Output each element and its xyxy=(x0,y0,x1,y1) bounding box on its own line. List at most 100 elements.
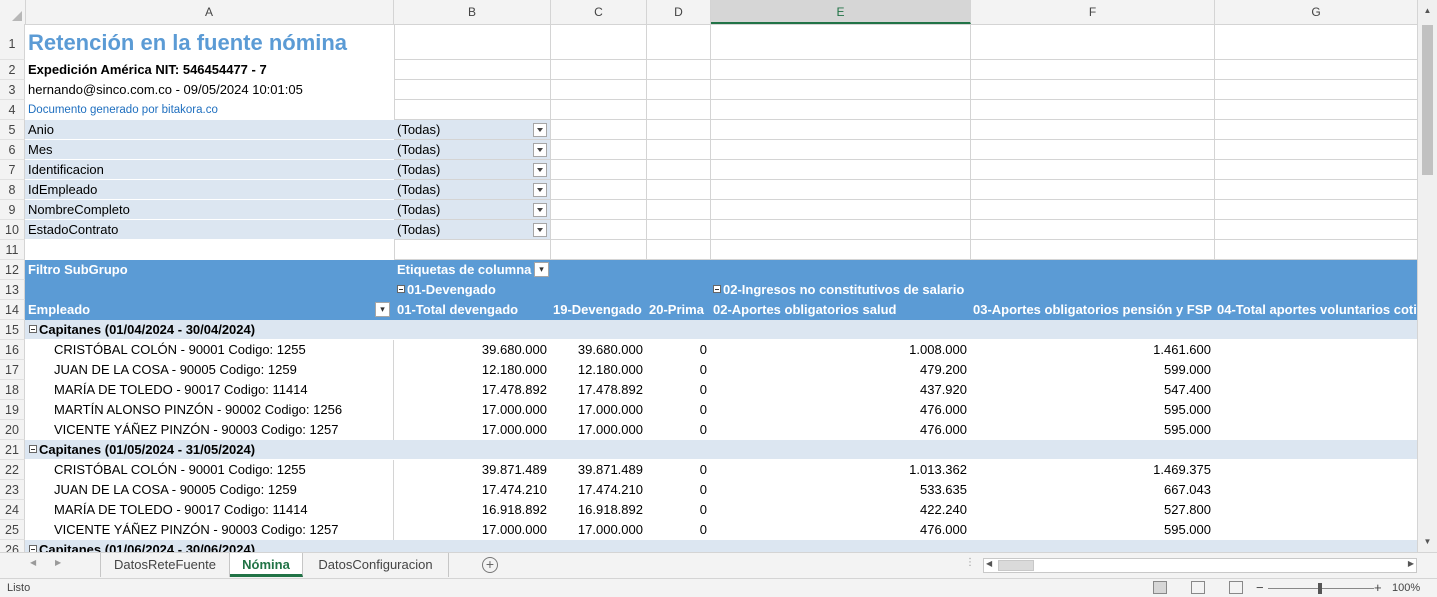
column-header-a[interactable]: A xyxy=(25,0,394,24)
value-cell[interactable]: 17.000.000 xyxy=(550,520,646,540)
row-header[interactable]: 7 xyxy=(0,160,25,180)
employee-name[interactable]: CRISTÓBAL COLÓN - 90001 Codigo: 1255 xyxy=(25,460,394,480)
employee-name[interactable]: MARTÍN ALONSO PINZÓN - 90002 Codigo: 125… xyxy=(25,400,394,420)
value-cell[interactable]: 17.000.000 xyxy=(394,420,550,440)
tab-splitter-icon[interactable]: ⋮ xyxy=(965,557,975,568)
value-cell[interactable] xyxy=(1214,380,1417,400)
value-cell[interactable]: 12.180.000 xyxy=(394,360,550,380)
value-cell[interactable] xyxy=(1214,420,1417,440)
sheet-tab-datosconfiguracion[interactable]: DatosConfiguracion xyxy=(303,553,449,577)
scroll-down-icon[interactable]: ▼ xyxy=(1418,533,1437,550)
value-cell[interactable]: 16.918.892 xyxy=(550,500,646,520)
value-cell[interactable]: 17.474.210 xyxy=(550,480,646,500)
filter-value[interactable]: (Todas) xyxy=(394,220,550,239)
value-cell[interactable]: 17.474.210 xyxy=(394,480,550,500)
row-header[interactable]: 13 xyxy=(0,280,25,300)
value-cell[interactable]: 437.920 xyxy=(710,380,970,400)
row-header[interactable]: 16 xyxy=(0,340,25,360)
value-cell[interactable] xyxy=(1214,360,1417,380)
spreadsheet-grid[interactable]: Retención en la fuente nómina Expedición… xyxy=(25,24,1417,552)
employee-name[interactable]: JUAN DE LA COSA - 90005 Codigo: 1259 xyxy=(25,360,394,380)
collapse-icon[interactable] xyxy=(713,285,721,293)
pivot-column-header[interactable]: 04-Total aportes voluntarios coti xyxy=(1214,300,1417,320)
collapse-icon[interactable] xyxy=(29,445,37,453)
value-cell[interactable]: 595.000 xyxy=(970,420,1214,440)
value-cell[interactable]: 1.008.000 xyxy=(710,340,970,360)
employee-name[interactable]: VICENTE YÁÑEZ PINZÓN - 90003 Codigo: 125… xyxy=(25,520,394,540)
value-cell[interactable]: 479.200 xyxy=(710,360,970,380)
value-cell[interactable]: 0 xyxy=(646,360,710,380)
value-cell[interactable]: 39.680.000 xyxy=(550,340,646,360)
value-cell[interactable]: 599.000 xyxy=(970,360,1214,380)
collapse-icon[interactable] xyxy=(29,545,37,552)
value-cell[interactable]: 476.000 xyxy=(710,520,970,540)
row-header[interactable]: 14 xyxy=(0,300,25,320)
empleado-filter-button[interactable]: ▾ xyxy=(375,302,390,317)
group-row[interactable]: Capitanes (01/04/2024 - 30/04/2024) xyxy=(25,320,1417,340)
value-cell[interactable]: 476.000 xyxy=(710,420,970,440)
row-header[interactable]: 4 xyxy=(0,100,25,120)
value-cell[interactable]: 1.461.600 xyxy=(970,340,1214,360)
row-header[interactable]: 2 xyxy=(0,60,25,80)
scroll-up-icon[interactable]: ▲ xyxy=(1418,2,1437,19)
vertical-scroll-thumb[interactable] xyxy=(1422,25,1433,175)
value-cell[interactable]: 0 xyxy=(646,460,710,480)
value-cell[interactable]: 39.871.489 xyxy=(394,460,550,480)
filter-value[interactable]: (Todas) xyxy=(394,140,550,159)
value-cell[interactable]: 1.469.375 xyxy=(970,460,1214,480)
page-layout-view-icon[interactable] xyxy=(1191,581,1205,594)
value-cell[interactable]: 16.918.892 xyxy=(394,500,550,520)
filter-dropdown-button[interactable] xyxy=(533,163,547,177)
column-header-f[interactable]: F xyxy=(971,0,1215,24)
column-header-e[interactable]: E xyxy=(711,0,971,24)
sheet-tab-nomina[interactable]: Nómina xyxy=(230,553,303,577)
value-cell[interactable] xyxy=(1214,500,1417,520)
row-header[interactable]: 5 xyxy=(0,120,25,140)
row-header[interactable]: 12 xyxy=(0,260,25,280)
row-header[interactable]: 25 xyxy=(0,520,25,540)
value-cell[interactable]: 0 xyxy=(646,520,710,540)
employee-name[interactable]: JUAN DE LA COSA - 90005 Codigo: 1259 xyxy=(25,480,394,500)
value-cell[interactable]: 595.000 xyxy=(970,520,1214,540)
row-header[interactable]: 18 xyxy=(0,380,25,400)
row-header[interactable]: 15 xyxy=(0,320,25,340)
value-cell[interactable]: 17.478.892 xyxy=(550,380,646,400)
employee-name[interactable]: CRISTÓBAL COLÓN - 90001 Codigo: 1255 xyxy=(25,340,394,360)
row-header[interactable]: 9 xyxy=(0,200,25,220)
value-cell[interactable]: 527.800 xyxy=(970,500,1214,520)
column-header-c[interactable]: C xyxy=(551,0,647,24)
next-sheet-icon[interactable]: ▶ xyxy=(55,558,61,567)
select-all-corner[interactable] xyxy=(0,0,26,24)
group-row[interactable]: Capitanes (01/05/2024 - 31/05/2024) xyxy=(25,440,1417,460)
filter-value[interactable]: (Todas) xyxy=(394,200,550,219)
row-header[interactable]: 11 xyxy=(0,240,25,260)
zoom-out-icon[interactable]: − xyxy=(1256,580,1264,595)
value-cell[interactable]: 39.680.000 xyxy=(394,340,550,360)
column-labels-filter-button[interactable]: ▾ xyxy=(534,262,549,277)
column-header-d[interactable]: D xyxy=(647,0,711,24)
row-header[interactable]: 24 xyxy=(0,500,25,520)
pivot-column-header[interactable]: 03-Aportes obligatorios pensión y FSP xyxy=(970,300,1214,320)
employee-name[interactable]: VICENTE YÁÑEZ PINZÓN - 90003 Codigo: 125… xyxy=(25,420,394,440)
value-cell[interactable]: 0 xyxy=(646,500,710,520)
group-row[interactable]: Capitanes (01/06/2024 - 30/06/2024) xyxy=(25,540,1417,552)
filter-value[interactable]: (Todas) xyxy=(394,180,550,199)
pivot-column-header[interactable]: 02-Aportes obligatorios salud xyxy=(710,300,970,320)
employee-name[interactable]: MARÍA DE TOLEDO - 90017 Codigo: 11414 xyxy=(25,500,394,520)
value-cell[interactable]: 0 xyxy=(646,340,710,360)
collapse-icon[interactable] xyxy=(397,285,405,293)
value-cell[interactable]: 547.400 xyxy=(970,380,1214,400)
value-cell[interactable]: 17.000.000 xyxy=(394,400,550,420)
value-cell[interactable]: 0 xyxy=(646,400,710,420)
value-cell[interactable]: 17.478.892 xyxy=(394,380,550,400)
filter-value[interactable]: (Todas) xyxy=(394,120,550,139)
row-header[interactable]: 6 xyxy=(0,140,25,160)
horizontal-scrollbar[interactable]: ◀ ▶ xyxy=(983,558,1417,573)
value-cell[interactable]: 39.871.489 xyxy=(550,460,646,480)
column-header-b[interactable]: B xyxy=(394,0,551,24)
group-ingresos-no-constitutivos[interactable]: 02-Ingresos no constitutivos de salario xyxy=(710,280,1210,300)
row-header[interactable]: 10 xyxy=(0,220,25,240)
pivot-column-header[interactable]: 20-Prima xyxy=(646,300,710,320)
value-cell[interactable]: 0 xyxy=(646,420,710,440)
row-header[interactable]: 19 xyxy=(0,400,25,420)
